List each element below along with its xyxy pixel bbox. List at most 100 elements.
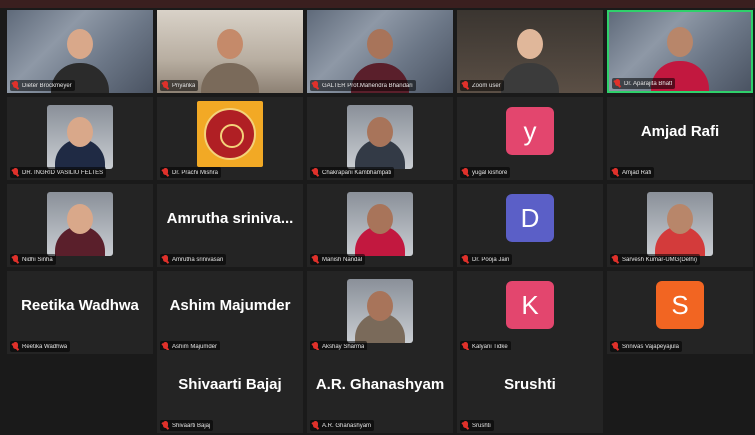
participant-display-name: Amrutha sriniva... — [166, 210, 294, 227]
profile-photo — [647, 192, 713, 256]
muted-mic-icon — [312, 255, 319, 264]
participant-tile[interactable]: Reetika Wadhwa Reetika Wadhwa — [7, 271, 153, 354]
muted-mic-icon — [12, 168, 19, 177]
participant-name: Dr. Aparajita Bhatt — [624, 80, 673, 87]
participant-tile[interactable]: D Dr. Pooja Jain — [457, 184, 603, 267]
muted-mic-icon — [312, 81, 319, 90]
participant-tile[interactable]: Sarvesh Kumar-UMG(Delhi) — [607, 184, 753, 267]
muted-mic-icon — [12, 342, 19, 351]
profile-photo — [47, 105, 113, 169]
participant-display-name: Ashim Majumder — [169, 297, 291, 314]
participant-name: Nidhi Sinha — [22, 256, 53, 263]
participant-name-label: Nidhi Sinha — [10, 254, 56, 265]
participant-name: Manish Nandal — [322, 256, 363, 263]
participant-tile[interactable]: Dr. Aparajita Bhatt — [607, 10, 753, 93]
participant-tile[interactable]: Zoom user — [457, 10, 603, 93]
participant-name-label: Dr. Aparajita Bhatt — [612, 78, 676, 89]
participant-name: Shivaarti Bajaj — [172, 422, 211, 429]
participant-tile[interactable]: Chakrapani Kambhampati — [307, 97, 453, 180]
participant-name-label: Manish Nandal — [310, 254, 366, 265]
participant-name: Priyanka — [172, 82, 196, 89]
participant-name: Amjad Rafi — [622, 169, 652, 176]
participant-name-label: yugal kishore — [460, 167, 511, 178]
participant-name: Chakrapani Kambhampati — [322, 169, 392, 176]
profile-photo-figure — [655, 198, 705, 256]
participant-tile[interactable]: A.R. Ghanashyam A.R. Ghanashyam — [307, 350, 453, 433]
participant-name: GALTER Prof.Mahendra Bhandari — [322, 82, 413, 89]
participant-tile[interactable]: Nidhi Sinha — [7, 184, 153, 267]
participant-name-label: Srushti — [460, 420, 494, 431]
muted-mic-icon — [462, 168, 469, 177]
participant-tile[interactable]: Amrutha sriniva... Amrutha srinivasan — [157, 184, 303, 267]
participant-tile[interactable]: Shivaarti Bajaj Shivaarti Bajaj — [157, 350, 303, 433]
participant-name-label: Priyanka — [160, 80, 199, 91]
participant-video-figure — [501, 23, 559, 93]
participant-name-label: Dr. Pooja Jain — [460, 254, 513, 265]
muted-mic-icon — [612, 342, 619, 351]
muted-mic-icon — [462, 255, 469, 264]
participant-tile[interactable]: Ashim Majumder Ashim Majumder — [157, 271, 303, 354]
participant-name: Sarvesh Kumar-UMG(Delhi) — [622, 256, 698, 263]
muted-mic-icon — [162, 168, 169, 177]
participant-name: Dieter Brockmeyer — [22, 82, 72, 89]
participant-display-name: Srushti — [504, 376, 556, 393]
avatar-initial: y — [506, 107, 554, 155]
avatar-initial: D — [506, 194, 554, 242]
participant-name: Reetika Wadhwa — [22, 343, 68, 350]
participant-tile[interactable]: Akshay Sharma — [307, 271, 453, 354]
muted-mic-icon — [462, 421, 469, 430]
top-bar — [0, 0, 755, 8]
muted-mic-icon — [312, 421, 319, 430]
participant-name-label: GALTER Prof.Mahendra Bhandari — [310, 80, 416, 91]
muted-mic-icon — [12, 81, 19, 90]
participant-name: Kalyani Tidke — [472, 343, 508, 350]
participant-name-label: Reetika Wadhwa — [10, 341, 71, 352]
participant-tile[interactable]: S Srinivas Vajapeyajula — [607, 271, 753, 354]
participant-tile[interactable]: GALTER Prof.Mahendra Bhandari — [307, 10, 453, 93]
muted-mic-icon — [612, 168, 619, 177]
participant-name: Amrutha srinivasan — [172, 256, 224, 263]
participant-tile[interactable]: Manish Nandal — [307, 184, 453, 267]
participant-name-label: Amjad Rafi — [610, 167, 655, 178]
participant-tile[interactable]: Dieter Brockmeyer — [7, 10, 153, 93]
participant-name: Srinivas Vajapeyajula — [622, 343, 679, 350]
participant-display-name: A.R. Ghanashyam — [315, 376, 445, 393]
participant-name: Dr. Pooja Jain — [472, 256, 510, 263]
participant-name: Ashim Majumder — [172, 343, 218, 350]
participant-name-label: Zoom user — [460, 80, 504, 91]
participant-tile[interactable]: Amjad Rafi Amjad Rafi — [607, 97, 753, 180]
participant-name: Akshay Sharma — [322, 343, 365, 350]
organization-logo — [197, 101, 263, 167]
participant-name-label: Chakrapani Kambhampati — [310, 167, 395, 178]
participant-name-label: Dr. Prachi Mishra — [160, 167, 222, 178]
profile-photo-figure — [355, 285, 405, 343]
participant-name-label: Amrutha srinivasan — [160, 254, 227, 265]
profile-photo — [347, 105, 413, 169]
participant-tile[interactable]: Dr. Prachi Mishra — [157, 97, 303, 180]
participant-tile[interactable]: K Kalyani Tidke — [457, 271, 603, 354]
profile-photo — [47, 192, 113, 256]
participant-tile[interactable]: y yugal kishore — [457, 97, 603, 180]
participant-name-label: Sarvesh Kumar-UMG(Delhi) — [610, 254, 701, 265]
participant-name-label: A.R. Ghanashyam — [310, 420, 375, 431]
profile-photo-figure — [55, 111, 105, 169]
participant-display-name: Shivaarti Bajaj — [178, 376, 282, 393]
profile-photo — [347, 192, 413, 256]
muted-mic-icon — [162, 255, 169, 264]
seal-icon — [204, 108, 256, 160]
participant-name: DR. INGRID VASILIU FELTES — [22, 169, 104, 176]
participant-tile[interactable]: Priyanka — [157, 10, 303, 93]
avatar-initial: S — [656, 281, 704, 329]
muted-mic-icon — [162, 421, 169, 430]
participant-tile[interactable]: DR. INGRID VASILIU FELTES — [7, 97, 153, 180]
profile-photo-figure — [355, 198, 405, 256]
participant-name: Zoom user — [472, 82, 501, 89]
participant-name-label: DR. INGRID VASILIU FELTES — [10, 167, 107, 178]
muted-mic-icon — [312, 168, 319, 177]
participant-tile[interactable]: Srushti Srushti — [457, 350, 603, 433]
participant-display-name: Amjad Rafi — [640, 123, 720, 140]
participant-name: Dr. Prachi Mishra — [172, 169, 219, 176]
participant-name: Srushti — [472, 422, 491, 429]
profile-photo-figure — [55, 198, 105, 256]
muted-mic-icon — [162, 81, 169, 90]
